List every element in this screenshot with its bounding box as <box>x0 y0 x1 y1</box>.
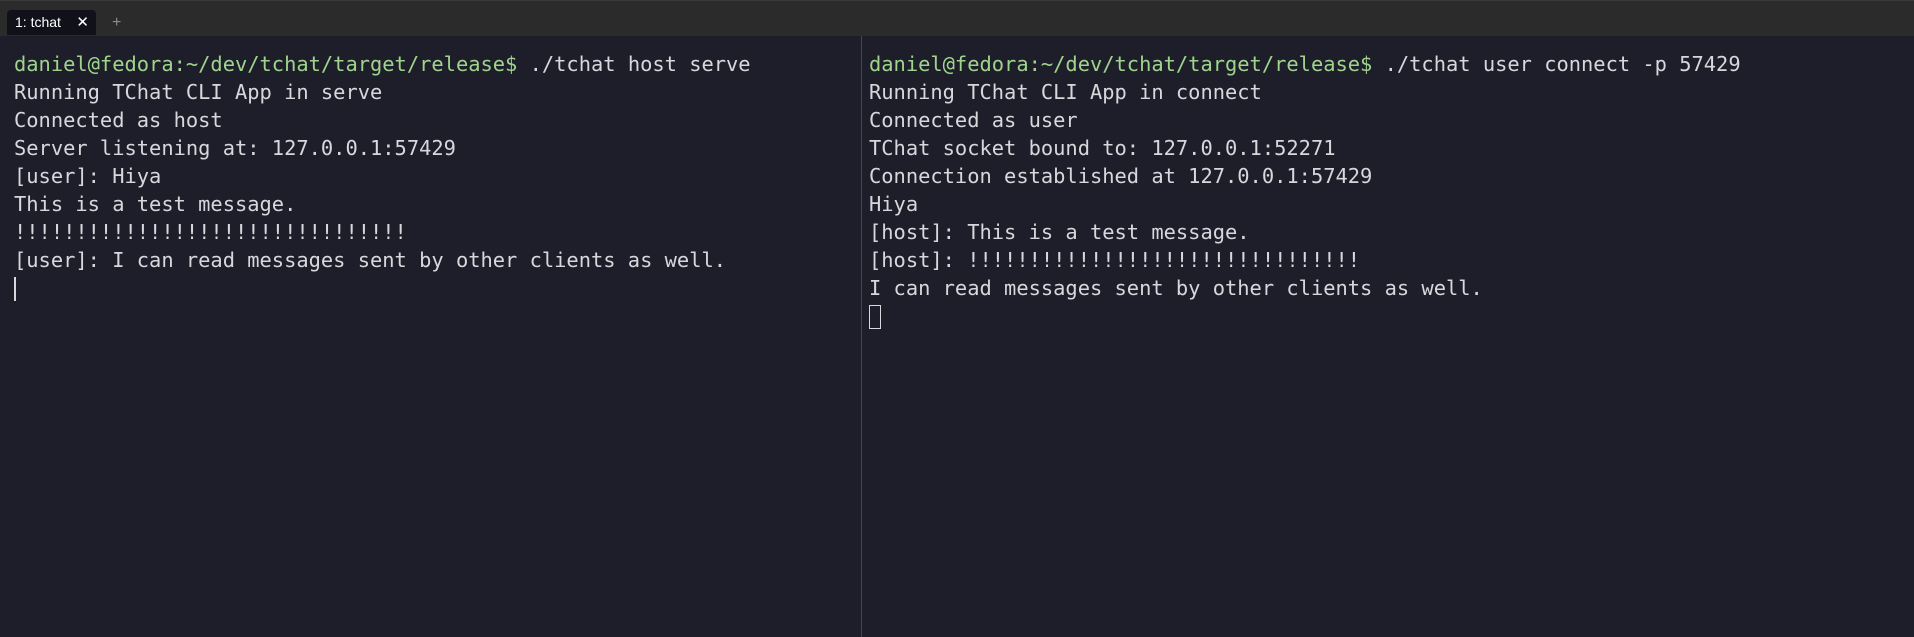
tab-bar: 1: tchat ✕ + <box>0 0 1914 36</box>
input-line[interactable] <box>0 274 861 302</box>
output-line: Running TChat CLI App in serve <box>14 80 383 104</box>
terminal-pane-right[interactable]: daniel@fedora:~/dev/tchat/target/release… <box>862 36 1914 637</box>
output-line: Connected as host <box>14 108 223 132</box>
output-line: Running TChat CLI App in connect <box>869 80 1262 104</box>
close-icon[interactable]: ✕ <box>76 10 89 35</box>
output-line: Connected as user <box>869 108 1078 132</box>
output-line: This is a test message. <box>14 192 297 216</box>
terminal-pane-left[interactable]: daniel@fedora:~/dev/tchat/target/release… <box>0 36 861 637</box>
output-line: TChat socket bound to: 127.0.0.1:52271 <box>869 136 1336 160</box>
output-line: [user]: Hiya <box>14 164 162 188</box>
output-line: Connection established at 127.0.0.1:5742… <box>869 164 1373 188</box>
output-line: [user]: I can read messages sent by othe… <box>14 248 727 272</box>
command-line: daniel@fedora:~/dev/tchat/target/release… <box>862 50 1914 78</box>
shell-prompt: daniel@fedora:~/dev/tchat/target/release… <box>14 52 518 76</box>
tab-tchat[interactable]: 1: tchat ✕ <box>7 10 96 35</box>
output-line: Hiya <box>869 192 919 216</box>
shell-prompt: daniel@fedora:~/dev/tchat/target/release… <box>869 52 1373 76</box>
block-cursor <box>869 305 881 329</box>
text-cursor <box>14 277 16 301</box>
shell-command: ./tchat host serve <box>517 52 751 76</box>
new-tab-plus-icon[interactable]: + <box>112 11 121 35</box>
output-line: I can read messages sent by other client… <box>869 276 1483 300</box>
shell-command: ./tchat user connect -p 57429 <box>1372 52 1741 76</box>
output-line: [host]: This is a test message. <box>869 220 1250 244</box>
output-line: Server listening at: 127.0.0.1:57429 <box>14 136 456 160</box>
tab-label: 1: tchat <box>15 14 61 30</box>
command-line: daniel@fedora:~/dev/tchat/target/release… <box>0 50 861 78</box>
input-line[interactable] <box>862 302 1914 330</box>
output-line: [host]: !!!!!!!!!!!!!!!!!!!!!!!!!!!!!!!! <box>869 248 1361 272</box>
output-line: !!!!!!!!!!!!!!!!!!!!!!!!!!!!!!!! <box>14 220 407 244</box>
